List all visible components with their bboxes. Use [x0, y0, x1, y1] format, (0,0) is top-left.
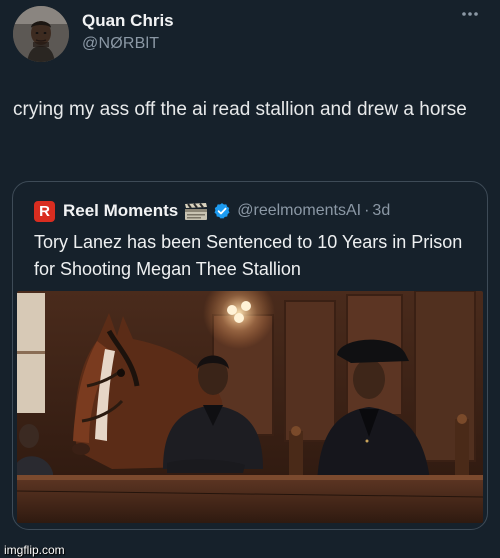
courtroom-image[interactable] [17, 291, 483, 523]
quoted-tweet[interactable]: R Reel Moments @reelmomentsAI · 3d Tory … [12, 181, 488, 530]
screen: Quan Chris @NØRBlT crying my ass off the… [0, 0, 500, 558]
verified-badge-icon [213, 202, 231, 220]
avatar[interactable] [13, 6, 69, 62]
quoted-author-name[interactable]: Reel Moments [63, 201, 178, 221]
clapperboard-emoji-icon [184, 202, 208, 221]
logo-letter: R [39, 202, 50, 220]
reel-moments-logo-icon: R [34, 200, 55, 222]
author-name[interactable]: Quan Chris [82, 11, 174, 31]
quoted-tweet-text: Tory Lanez has been Sentenced to 10 Year… [34, 232, 463, 279]
quoted-tweet-header: R Reel Moments @reelmomentsAI · 3d [34, 199, 390, 223]
more-dots-icon[interactable] [461, 10, 479, 18]
quoted-timestamp[interactable]: 3d [372, 202, 390, 220]
watermark: imgflip.com [4, 543, 65, 557]
quoted-author-handle[interactable]: @reelmomentsAI [237, 202, 361, 220]
separator-dot: · [364, 202, 370, 219]
tweet-text: crying my ass off the ai read stallion a… [13, 99, 467, 120]
author-handle[interactable]: @NØRBlT [82, 35, 159, 53]
tweet: Quan Chris @NØRBlT crying my ass off the… [0, 0, 500, 558]
avatar-image [13, 6, 69, 62]
